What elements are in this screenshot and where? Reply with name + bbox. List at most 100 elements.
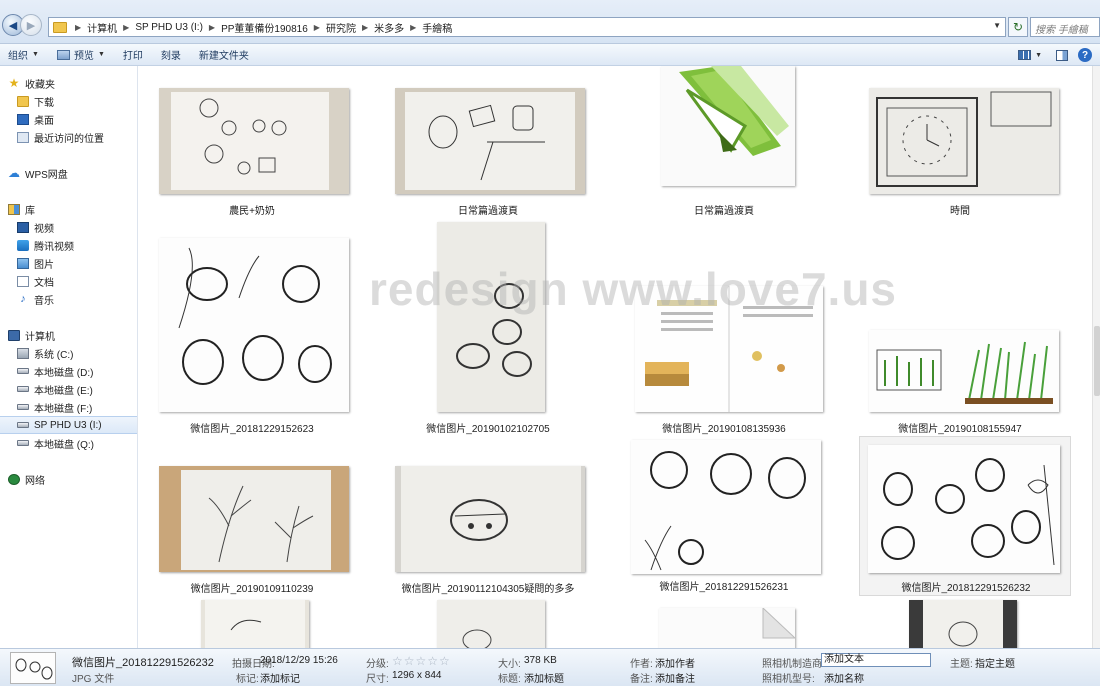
chevron-right-icon[interactable]: ▶ <box>358 23 372 32</box>
drawing-icon <box>635 286 823 412</box>
sidebar-item-library[interactable]: 库 <box>0 200 137 218</box>
subject-value[interactable]: 指定主题 <box>975 655 1015 670</box>
tags-value[interactable]: 添加标记 <box>260 670 300 685</box>
file-tile[interactable] <box>149 600 355 648</box>
breadcrumb-miduoduo[interactable]: 米多多 <box>372 20 406 35</box>
breadcrumb-backup[interactable]: PP董董備份190816 <box>219 20 310 35</box>
chevron-right-icon[interactable]: ▶ <box>119 23 133 32</box>
view-icon[interactable] <box>1018 50 1032 60</box>
drawing-icon <box>869 330 1059 412</box>
details-pane: 微信图片_201812291526232 JPG 文件 拍摄日期: 2018/1… <box>0 648 1100 686</box>
forward-arrow-icon: ▶ <box>26 19 36 32</box>
chevron-down-icon[interactable]: ▼ <box>1035 52 1042 59</box>
sidebar-item-wps[interactable]: ☁ WPS网盘 <box>0 164 137 182</box>
sidebar-item-label: 本地磁盘 (E:) <box>34 385 93 397</box>
sidebar-item-music[interactable]: ♪ 音乐 <box>0 290 137 308</box>
file-name: 微信图片_201812291526232 <box>901 583 1031 594</box>
selected-file-thumbnail <box>10 652 56 684</box>
computer-icon <box>8 329 20 341</box>
blank-page-thumbnail <box>659 608 795 648</box>
breadcrumb-drive[interactable]: SP PHD U3 (I:) <box>133 22 205 33</box>
breadcrumb-institute[interactable]: 研究院 <box>324 20 358 35</box>
chevron-right-icon[interactable]: ▶ <box>71 23 85 32</box>
vertical-scrollbar[interactable] <box>1092 66 1100 648</box>
breadcrumb-computer[interactable]: 计算机 <box>85 20 119 35</box>
file-tile-selected[interactable]: 微信图片_201812291526232 <box>859 436 1071 596</box>
burn-button[interactable]: 刻录 <box>152 47 190 62</box>
file-tile[interactable]: 微信图片_20181229152623 <box>149 232 355 436</box>
search-input[interactable]: 搜索 手繪稿 <box>1030 17 1100 37</box>
refresh-button[interactable]: ↻ <box>1008 17 1028 37</box>
organize-button[interactable]: 组织 ▼ <box>0 47 48 62</box>
file-tile[interactable]: 微信图片_201812291526231 <box>621 436 827 596</box>
print-button[interactable]: 打印 <box>114 47 152 62</box>
recent-places-icon <box>17 131 29 143</box>
drawing-icon <box>395 466 585 572</box>
drawing-icon <box>159 466 349 572</box>
chevron-down-icon[interactable]: ▼ <box>993 21 1001 30</box>
sidebar-item-desktop[interactable]: 桌面 <box>0 110 137 128</box>
sidebar-item-drive-q[interactable]: 本地磁盘 (Q:) <box>0 434 137 452</box>
sidebar-item-label: 腾讯视频 <box>34 241 74 253</box>
breadcrumb-sketches[interactable]: 手繪稿 <box>420 20 454 35</box>
drawing-icon <box>395 88 585 194</box>
drawing-icon <box>868 445 1060 573</box>
preview-icon <box>56 49 70 60</box>
file-tile[interactable]: 日常篇過渡頁 <box>621 66 827 220</box>
file-tile[interactable]: 農民+奶奶 <box>149 80 355 220</box>
file-tile[interactable]: 微信图片_20190109110239 <box>149 458 355 596</box>
preview-button[interactable]: 预览 ▼ <box>48 47 114 62</box>
file-name: 日常篇過渡頁 <box>694 206 754 217</box>
network-icon <box>8 473 20 485</box>
file-name: 微信图片_20190108135936 <box>662 424 786 435</box>
camera-model-value[interactable]: 添加名称 <box>824 670 864 685</box>
chevron-right-icon[interactable]: ▶ <box>205 23 219 32</box>
refresh-icon: ↻ <box>1012 20 1024 34</box>
sidebar-item-pictures[interactable]: 图片 <box>0 254 137 272</box>
drawing-icon <box>909 600 1017 648</box>
forward-button[interactable]: ▶ <box>20 14 42 36</box>
sidebar-item-documents[interactable]: 文档 <box>0 272 137 290</box>
file-tile[interactable]: 時間 <box>857 80 1063 220</box>
date-taken-value[interactable]: 2018/12/29 15:26 <box>260 655 338 666</box>
preview-pane-icon[interactable] <box>1056 49 1068 61</box>
sidebar-item-favorites[interactable]: ★ 收藏夹 <box>0 74 137 92</box>
file-tile[interactable] <box>385 600 591 648</box>
drive-icon <box>17 440 29 446</box>
folder-icon <box>53 21 67 33</box>
file-tile[interactable]: 微信图片_20190108155947 <box>857 324 1063 436</box>
sidebar-item-drive-d[interactable]: 本地磁盘 (D:) <box>0 362 137 380</box>
file-tile[interactable]: 日常篇過渡頁 <box>385 80 591 220</box>
address-bar-area: ◀ ▶ ▶ 计算机 ▶ SP PHD U3 (I:) ▶ PP董董備份19081… <box>0 0 1100 44</box>
file-tile[interactable]: 微信图片_20190108135936 <box>621 280 827 436</box>
chevron-right-icon[interactable]: ▶ <box>310 23 324 32</box>
sidebar-item-recent[interactable]: 最近访问的位置 <box>0 128 137 146</box>
file-tile[interactable] <box>621 600 827 648</box>
title-value[interactable]: 添加标题 <box>524 670 564 685</box>
sidebar-item-computer[interactable]: 计算机 <box>0 326 137 344</box>
author-value[interactable]: 添加作者 <box>655 655 695 670</box>
camera-maker-input[interactable]: 添加文本 <box>821 653 931 667</box>
sidebar-item-drive-c[interactable]: 系统 (C:) <box>0 344 137 362</box>
rating-stars[interactable]: ☆☆☆☆☆ <box>392 654 451 668</box>
file-tile[interactable] <box>857 600 1063 648</box>
sidebar-item-drive-i[interactable]: SP PHD U3 (I:) <box>0 416 137 434</box>
sidebar-item-tencent-video[interactable]: 腾讯视频 <box>0 236 137 254</box>
sidebar-item-drive-e[interactable]: 本地磁盘 (E:) <box>0 380 137 398</box>
drawing-icon <box>11 653 55 683</box>
file-tile[interactable]: 微信图片_20190102102705 <box>385 216 591 436</box>
file-name: 微信图片_20190108155947 <box>898 424 1022 435</box>
organize-label: 组织 <box>8 51 28 62</box>
scrollbar-thumb[interactable] <box>1094 326 1100 396</box>
sidebar-item-downloads[interactable]: 下载 <box>0 92 137 110</box>
comments-value[interactable]: 添加备注 <box>655 670 695 685</box>
sidebar-item-label: 计算机 <box>25 331 55 343</box>
file-tile[interactable]: 微信图片_20190112104305疑問的多多 <box>385 458 591 596</box>
sidebar-item-video[interactable]: 视频 <box>0 218 137 236</box>
sidebar-item-network[interactable]: 网络 <box>0 470 137 488</box>
new-folder-button[interactable]: 新建文件夹 <box>190 47 258 62</box>
help-icon[interactable]: ? <box>1078 48 1092 62</box>
sidebar-item-drive-f[interactable]: 本地磁盘 (F:) <box>0 398 137 416</box>
breadcrumb[interactable]: ▶ 计算机 ▶ SP PHD U3 (I:) ▶ PP董董備份190816 ▶ … <box>48 17 1006 37</box>
chevron-right-icon[interactable]: ▶ <box>406 23 420 32</box>
